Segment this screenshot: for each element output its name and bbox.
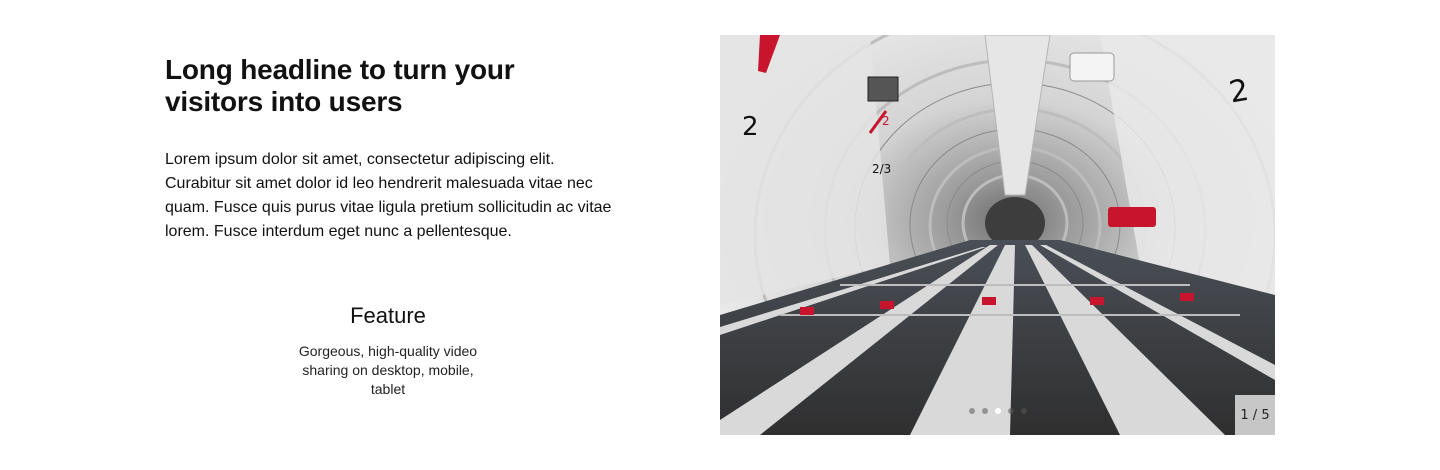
body-paragraph: Lorem ipsum dolor sit amet, consectetur … bbox=[165, 151, 612, 240]
carousel-slide-image: 2 2 2 2/3 bbox=[720, 35, 1275, 435]
carousel-dot-active[interactable] bbox=[994, 408, 1001, 414]
carousel-dot[interactable] bbox=[981, 408, 988, 414]
carousel-pagination bbox=[720, 408, 1275, 414]
carousel-dot[interactable] bbox=[968, 408, 975, 414]
svg-text:2: 2 bbox=[882, 114, 890, 128]
feature-block: Feature Gorgeous, high-quality video sha… bbox=[288, 302, 488, 399]
image-carousel[interactable]: 2 2 2 2/3 1 / 5 bbox=[720, 35, 1275, 435]
headline: Long headline to turn your visitors into… bbox=[165, 54, 515, 117]
carousel-dot[interactable] bbox=[1007, 408, 1014, 414]
svg-text:2/3: 2/3 bbox=[872, 162, 891, 176]
feature-title: Feature bbox=[350, 303, 426, 328]
carousel-dot[interactable] bbox=[1020, 408, 1027, 414]
svg-text:2: 2 bbox=[742, 112, 759, 142]
feature-description: Gorgeous, high-quality video sharing on … bbox=[298, 343, 478, 397]
slide-counter: 1 / 5 bbox=[1235, 395, 1275, 435]
hero-text: Long headline to turn your visitors into… bbox=[165, 54, 615, 244]
